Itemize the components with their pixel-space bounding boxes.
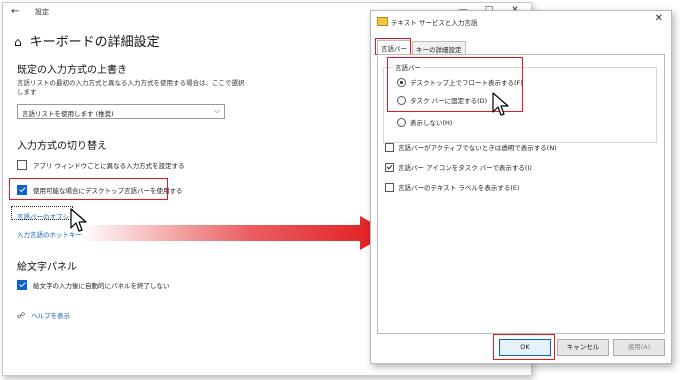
dialog-title: テキスト サービスと入力言語 — [391, 19, 478, 27]
checkbox-label: 絵文字の入力後に自動的にパネルを終了しない — [33, 282, 170, 290]
highlight-box — [9, 178, 168, 200]
home-icon[interactable]: ⌂ — [14, 35, 22, 49]
back-arrow-icon[interactable]: ← — [11, 6, 19, 17]
checkbox-label: 言語バーがアクティブでないときは透明で表示する(N) — [398, 144, 557, 152]
focus-outline — [11, 206, 73, 220]
page-title-text: キーボードの詳細設定 — [29, 35, 160, 50]
checkbox-text-labels[interactable]: 言語バーのテキスト ラベルを表示する(E) — [385, 182, 520, 193]
switch-section-title: 入力方式の切り替え — [17, 141, 107, 152]
checkbox-checked-icon — [385, 162, 394, 172]
checkbox-label: 言語バーのテキスト ラベルを表示する(E) — [398, 184, 520, 192]
checkbox-label: 言語バー アイコンをタスク バーで表示する(I) — [398, 164, 532, 172]
help-icon: ☍ — [17, 311, 26, 320]
radio-hidden[interactable]: 表示しない(H) — [397, 117, 452, 128]
checkbox-label: アプリ ウィンドウごとに異なる入力方式を設定する — [33, 162, 185, 170]
highlight-box — [493, 334, 555, 360]
radio-icon — [397, 117, 406, 127]
radio-label: 表示しない(H) — [410, 119, 453, 127]
emoji-section-title: 絵文字パネル — [17, 262, 77, 273]
checkbox-icon — [385, 182, 394, 192]
chevron-down-icon: ⌵ — [213, 106, 220, 115]
dropdown-value: 言語リストを使用します (推奨) — [22, 110, 114, 118]
arrow-indicator-icon — [80, 216, 390, 250]
mouse-cursor-icon — [70, 208, 87, 232]
mouse-cursor-icon — [492, 92, 509, 116]
page-title: ⌂ キーボードの詳細設定 — [14, 31, 160, 50]
folder-icon — [377, 17, 388, 26]
checkbox-checked-icon — [17, 280, 27, 290]
window-title: 設定 — [35, 8, 49, 16]
checkbox-transparent[interactable]: 言語バーがアクティブでないときは透明で表示する(N) — [385, 142, 557, 153]
highlight-box — [375, 38, 411, 55]
apply-button[interactable]: 適用(A) — [613, 339, 665, 356]
per-app-input-checkbox[interactable]: アプリ ウィンドウごとに異なる入力方式を設定する — [17, 160, 185, 171]
emoji-panel-checkbox[interactable]: 絵文字の入力後に自動的にパネルを終了しない — [17, 280, 170, 291]
override-section-title: 既定の入力方式の上書き — [17, 65, 127, 76]
close-icon[interactable]: ✕ — [655, 13, 663, 24]
help-link-text: ヘルプを表示 — [31, 312, 71, 320]
input-method-dropdown[interactable]: 言語リストを使用します (推奨) ⌵ — [17, 104, 225, 119]
cancel-button[interactable]: キャンセル — [557, 339, 609, 356]
checkbox-icon — [17, 160, 27, 170]
help-link[interactable]: ☍ ヘルプを表示 — [17, 310, 70, 320]
checkbox-taskbar-icons[interactable]: 言語バー アイコンをタスク バーで表示する(I) — [385, 162, 532, 173]
text-services-dialog: テキスト サービスと入力言語 ✕ 言語バー キーの詳細設定 言語バー デスクトッ… — [370, 10, 672, 364]
override-description: 言語リストの最初の入力方式と異なる入力方式を使用する場合は、ここで選択します — [17, 79, 245, 96]
checkbox-icon — [385, 142, 394, 152]
